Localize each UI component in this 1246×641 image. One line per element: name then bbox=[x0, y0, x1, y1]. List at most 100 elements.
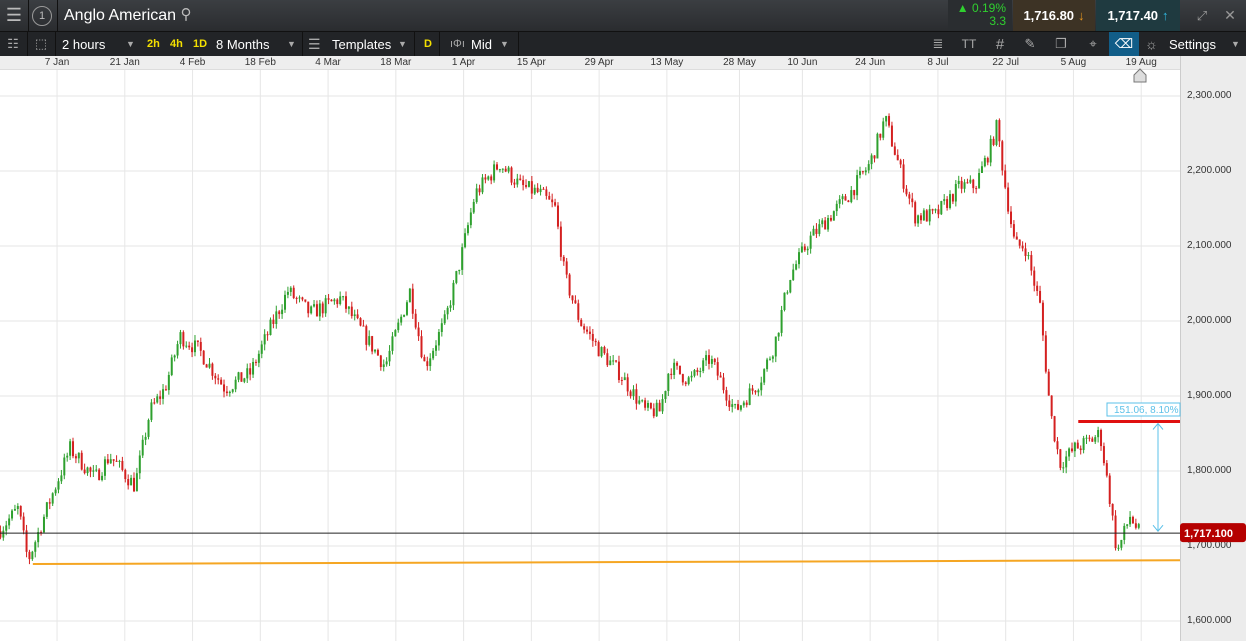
candle-body bbox=[841, 196, 844, 200]
candle-body bbox=[432, 350, 435, 359]
candle-body bbox=[832, 211, 835, 221]
candle-body bbox=[254, 361, 257, 363]
candle-body bbox=[211, 363, 214, 376]
candle-body bbox=[893, 146, 896, 155]
candle-body bbox=[240, 372, 243, 382]
candle-body bbox=[815, 228, 818, 234]
candle-body bbox=[1070, 448, 1073, 452]
candle-body bbox=[2, 530, 5, 538]
candle-body bbox=[533, 187, 536, 194]
candle-body bbox=[286, 291, 289, 295]
candle-body bbox=[853, 190, 856, 196]
candle-body bbox=[600, 347, 603, 357]
candle-body bbox=[324, 298, 327, 314]
candle-body bbox=[1073, 442, 1076, 452]
candle-body bbox=[1120, 539, 1123, 548]
candle-body bbox=[220, 379, 223, 385]
home-marker-icon[interactable] bbox=[1133, 68, 1147, 83]
candle-body bbox=[856, 175, 859, 196]
candle-body bbox=[16, 506, 19, 510]
candle-body bbox=[562, 256, 565, 262]
candle-body bbox=[266, 334, 269, 336]
candle-body bbox=[696, 370, 699, 372]
candle-body bbox=[1065, 456, 1068, 468]
candle-body bbox=[522, 179, 525, 186]
candle-body bbox=[554, 202, 557, 206]
candle-body bbox=[995, 120, 998, 145]
candle-body bbox=[1050, 395, 1053, 417]
candle-body bbox=[818, 224, 821, 234]
candle-body bbox=[167, 374, 170, 391]
candle-body bbox=[635, 389, 638, 404]
candle-body bbox=[289, 287, 292, 292]
candle-body bbox=[144, 436, 147, 440]
candle-body bbox=[307, 301, 310, 314]
candle-body bbox=[983, 157, 986, 167]
candle-body bbox=[347, 306, 350, 309]
candle-body bbox=[185, 345, 188, 347]
candle-body bbox=[246, 368, 249, 379]
candle-body bbox=[315, 304, 318, 317]
candle-body bbox=[716, 362, 719, 376]
candle-body bbox=[504, 168, 507, 172]
candle-body bbox=[344, 296, 347, 309]
candle-body bbox=[617, 361, 620, 381]
candle-body bbox=[960, 180, 963, 189]
candle-body bbox=[539, 188, 542, 193]
candle-body bbox=[420, 336, 423, 358]
candle-body bbox=[135, 473, 138, 492]
candle-body bbox=[867, 164, 870, 171]
candle-body bbox=[1056, 441, 1059, 450]
candle-body bbox=[641, 400, 644, 402]
candle-body bbox=[1033, 270, 1036, 286]
candle-body bbox=[394, 330, 397, 337]
candle-body bbox=[45, 502, 48, 517]
candle-body bbox=[725, 390, 728, 401]
candle-body bbox=[1129, 516, 1132, 525]
candle-body bbox=[1076, 442, 1079, 449]
candle-body bbox=[763, 369, 766, 383]
candle-body bbox=[519, 178, 522, 180]
candle-body bbox=[446, 307, 449, 315]
candle-body bbox=[847, 200, 850, 203]
candle-body bbox=[873, 155, 876, 159]
candle-body bbox=[658, 402, 661, 412]
candle-body bbox=[19, 506, 22, 517]
candle-body bbox=[57, 481, 60, 490]
candle-body bbox=[678, 365, 681, 375]
candle-body bbox=[795, 264, 798, 270]
candle-body bbox=[649, 402, 652, 409]
candle-body bbox=[705, 355, 708, 361]
candle-body bbox=[458, 269, 461, 272]
candle-body bbox=[937, 209, 940, 215]
candle-body bbox=[95, 469, 98, 471]
candle-body bbox=[426, 361, 429, 367]
candle-body bbox=[954, 183, 957, 202]
candle-body bbox=[48, 502, 51, 504]
candle-body bbox=[1021, 245, 1024, 249]
candle-body bbox=[22, 516, 25, 531]
candle-body bbox=[150, 402, 153, 420]
candle-body bbox=[1094, 437, 1097, 442]
candle-body bbox=[786, 292, 789, 294]
candle-body bbox=[551, 199, 554, 203]
candle-body bbox=[0, 531, 2, 538]
candle-body bbox=[835, 203, 838, 212]
candle-body bbox=[661, 399, 664, 412]
candle-body bbox=[766, 359, 769, 370]
candle-body bbox=[655, 402, 658, 417]
candle-body bbox=[1062, 467, 1065, 469]
candle-body bbox=[269, 319, 272, 336]
candle-body bbox=[734, 404, 737, 406]
candle-body bbox=[542, 188, 545, 190]
candle-body bbox=[992, 138, 995, 145]
candle-body bbox=[556, 205, 559, 227]
candle-body bbox=[182, 332, 185, 347]
candle-body bbox=[80, 452, 83, 470]
candle-body bbox=[34, 542, 37, 552]
candle-body bbox=[92, 470, 95, 472]
candle-body bbox=[667, 373, 670, 392]
candle-body bbox=[969, 179, 972, 183]
candle-body bbox=[919, 215, 922, 221]
price-chart[interactable]: 151.06, 8.10%, 1,717.100 bbox=[0, 0, 1246, 641]
